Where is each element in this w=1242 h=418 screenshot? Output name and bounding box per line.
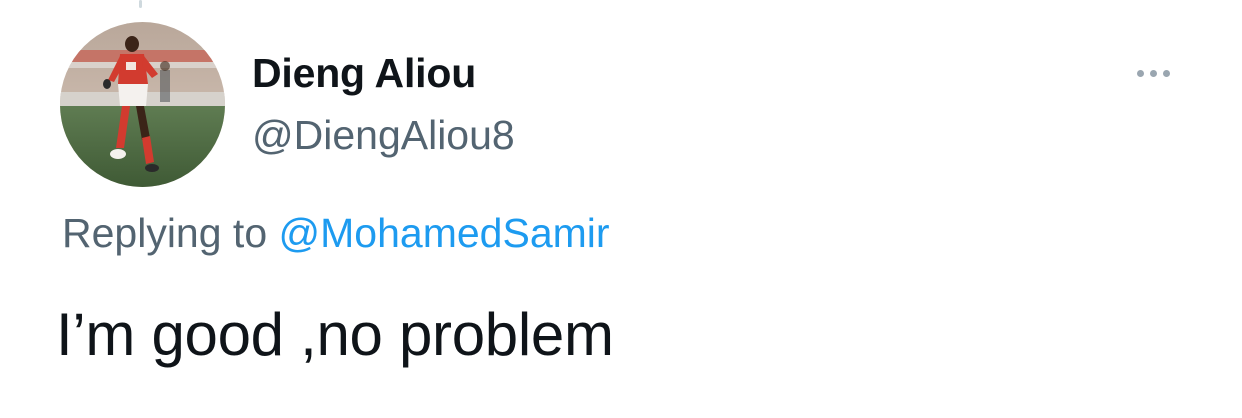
avatar[interactable] bbox=[60, 22, 225, 187]
more-options-icon-dot bbox=[1162, 69, 1170, 77]
more-options-icon bbox=[1136, 69, 1144, 77]
more-options-button[interactable] bbox=[1128, 56, 1178, 90]
more-options-icon-dot bbox=[1149, 69, 1157, 77]
replying-to-label: Replying to bbox=[62, 210, 268, 256]
tweet: Dieng Aliou @DiengAliou8 Replying to @Mo… bbox=[0, 0, 1242, 418]
display-name[interactable]: Dieng Aliou bbox=[252, 50, 476, 97]
footballer-photo-icon bbox=[60, 22, 225, 187]
tweet-text: I’m good ,no problem bbox=[56, 301, 614, 368]
user-handle[interactable]: @DiengAliou8 bbox=[252, 112, 515, 159]
reply-target-link[interactable]: @MohamedSamir bbox=[279, 210, 610, 256]
replying-to-line: Replying to @MohamedSamir bbox=[62, 210, 610, 257]
thread-connector-line bbox=[139, 0, 142, 8]
